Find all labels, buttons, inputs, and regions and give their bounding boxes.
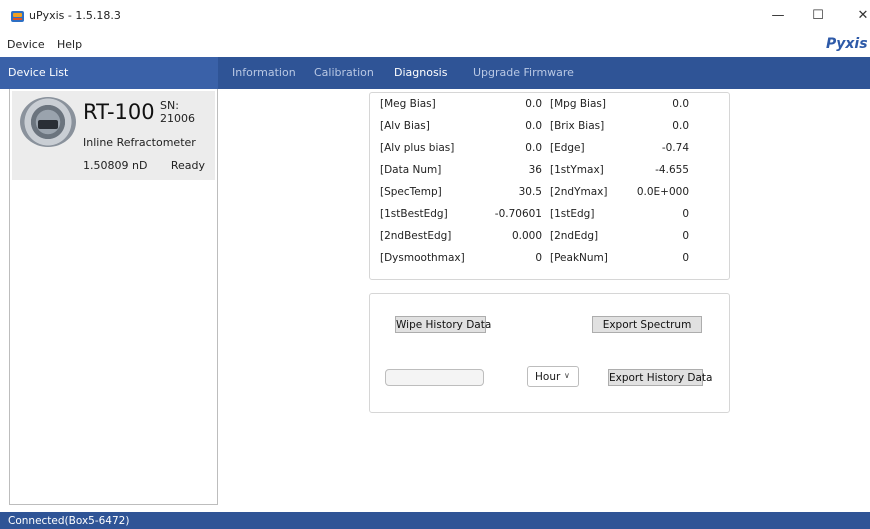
- menu-device[interactable]: Device: [7, 38, 45, 51]
- status-bar: Connected(Box5-6472): [0, 512, 870, 529]
- diag-value: 36: [528, 164, 542, 176]
- diag-value: -4.655: [655, 164, 689, 176]
- diag-label: [2ndYmax]: [550, 186, 608, 198]
- window-title: uPyxis - 1.5.18.3: [29, 9, 121, 22]
- diagnosis-panel: [Meg Bias] 0.0 [Mpg Bias] 0.0 [Alv Bias] 0.0 […: [369, 92, 730, 280]
- device-image: [20, 97, 76, 147]
- diag-label: [1stEdg]: [550, 208, 595, 220]
- tab-calibration[interactable]: Calibration: [314, 66, 374, 79]
- device-list-header: Device List: [0, 57, 218, 89]
- device-model: RT-100: [83, 100, 155, 124]
- nav-bar: Device List Information Calibration Diag…: [0, 57, 870, 89]
- diag-label: [2ndBestEdg]: [380, 230, 452, 242]
- menu-help[interactable]: Help: [57, 38, 82, 51]
- device-list-label: Device List: [8, 66, 69, 79]
- diag-label: [Alv Bias]: [380, 120, 430, 132]
- diag-value: -0.74: [661, 142, 689, 154]
- chevron-down-icon: ∨: [564, 371, 570, 380]
- diag-value: 0.0E+000: [636, 186, 689, 198]
- device-reading: 1.50809 nD: [83, 159, 148, 172]
- device-card[interactable]: RT-100 SN: 21006 Inline Refractometer 1.…: [12, 91, 215, 180]
- export-history-button[interactable]: Export History Data: [608, 369, 712, 386]
- device-serial: SN: 21006: [160, 99, 195, 125]
- diag-label: [Alv plus bias]: [380, 142, 455, 154]
- period-select[interactable]: Hour ∨: [527, 366, 579, 387]
- title-bar: uPyxis - 1.5.18.3 — ☐ ✕: [0, 0, 870, 31]
- diag-value: 0.0: [672, 98, 689, 110]
- date-input[interactable]: [385, 369, 484, 386]
- diag-value: 0.0: [525, 142, 542, 154]
- device-type: Inline Refractometer: [83, 136, 196, 149]
- diag-value: -0.70601: [494, 208, 542, 220]
- diag-value: 0: [682, 230, 689, 242]
- export-panel: Wipe History Data Export Spectrum Hour ∨…: [369, 293, 730, 413]
- diag-label: [1stYmax]: [550, 164, 604, 176]
- diag-label: [PeakNum]: [550, 252, 608, 264]
- diag-label: [Data Num]: [380, 164, 442, 176]
- diag-value: 0.0: [525, 120, 542, 132]
- diag-label: [Dysmoothmax]: [380, 252, 465, 264]
- maximize-button[interactable]: ☐: [806, 6, 830, 26]
- minimize-button[interactable]: —: [766, 6, 790, 26]
- export-spectrum-button[interactable]: Export Spectrum: [592, 316, 702, 333]
- tab-upgrade-firmware[interactable]: Upgrade Firmware: [473, 66, 574, 79]
- close-button[interactable]: ✕: [851, 6, 870, 26]
- diag-label: [SpecTemp]: [380, 186, 442, 198]
- diag-value: 0.000: [511, 230, 542, 242]
- diag-label: [Brix Bias]: [550, 120, 605, 132]
- diag-label: [Edge]: [550, 142, 585, 154]
- diag-value: 0: [535, 252, 542, 264]
- diag-value: 0: [682, 208, 689, 220]
- diag-label: [1stBestEdg]: [380, 208, 448, 220]
- diag-label: [Meg Bias]: [380, 98, 436, 110]
- diag-value: 0.0: [525, 98, 542, 110]
- diag-label: [2ndEdg]: [550, 230, 599, 242]
- diag-value: 0: [682, 252, 689, 264]
- device-display-icon: [38, 120, 58, 129]
- device-status: Ready: [170, 159, 205, 172]
- diag-label: [Mpg Bias]: [550, 98, 606, 110]
- diag-value: 0.0: [672, 120, 689, 132]
- diag-value: 30.5: [518, 186, 542, 198]
- tab-information[interactable]: Information: [232, 66, 296, 79]
- tab-diagnosis[interactable]: Diagnosis: [394, 66, 447, 79]
- connection-status: Connected(Box5-6472): [8, 515, 130, 527]
- brand-logo: Pyxis: [826, 36, 868, 52]
- wipe-history-button[interactable]: Wipe History Data: [395, 316, 491, 333]
- period-select-value: Hour: [535, 371, 561, 383]
- device-list: RT-100 SN: 21006 Inline Refractometer 1.…: [9, 89, 218, 505]
- app-icon: [11, 11, 24, 22]
